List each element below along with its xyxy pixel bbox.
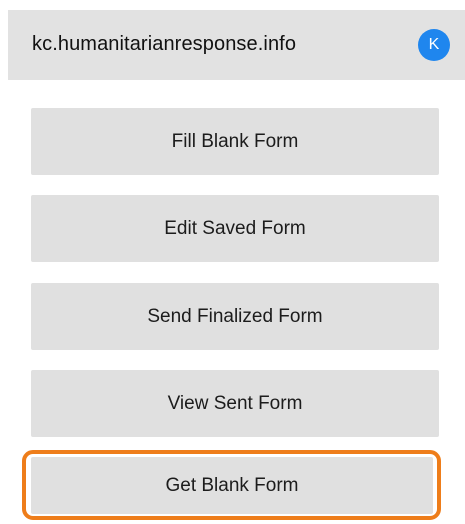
server-url: kc.humanitarianresponse.info	[32, 33, 297, 55]
view-sent-form-button[interactable]: View Sent Form	[31, 370, 439, 437]
server-header: kc.humanitarianresponse.info K	[8, 10, 465, 80]
app-screen: kc.humanitarianresponse.info K Fill Blan…	[0, 0, 465, 524]
edit-saved-form-label: Edit Saved Form	[164, 217, 306, 239]
edit-saved-form-button[interactable]: Edit Saved Form	[31, 195, 439, 262]
account-avatar[interactable]: K	[418, 29, 450, 61]
get-blank-form-button[interactable]: Get Blank Form	[31, 457, 433, 514]
view-sent-form-label: View Sent Form	[167, 392, 303, 414]
get-blank-form-label: Get Blank Form	[165, 474, 299, 496]
send-finalized-form-button[interactable]: Send Finalized Form	[31, 283, 439, 350]
send-finalized-form-label: Send Finalized Form	[147, 305, 323, 327]
fill-blank-form-label: Fill Blank Form	[171, 130, 299, 152]
fill-blank-form-button[interactable]: Fill Blank Form	[31, 108, 439, 175]
